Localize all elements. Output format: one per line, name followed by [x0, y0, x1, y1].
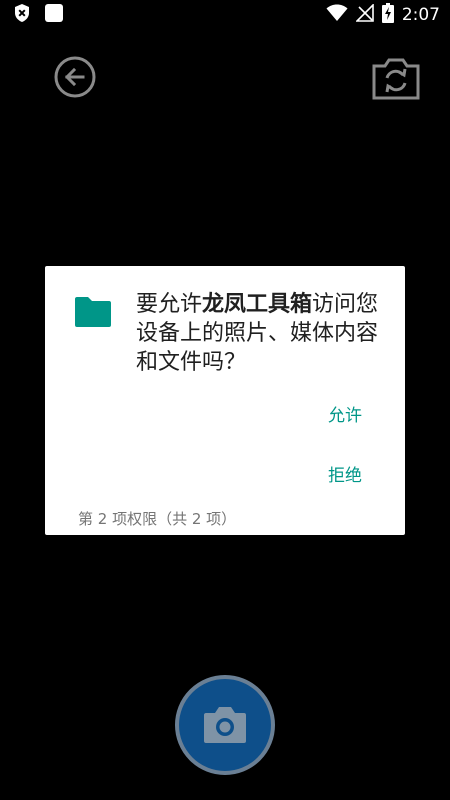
permission-dialog: 要允许龙凤工具箱访问您设备上的照片、媒体内容和文件吗？ 允许 拒绝 第 2 项权… — [45, 266, 405, 535]
back-button[interactable] — [52, 54, 98, 100]
dialog-message: 要允许龙凤工具箱访问您设备上的照片、媒体内容和文件吗？ — [136, 290, 394, 377]
switch-camera-button[interactable] — [370, 56, 422, 102]
camera-icon — [204, 707, 246, 743]
status-left — [14, 3, 78, 27]
status-time: 2:07 — [401, 5, 440, 25]
status-bar: 2:07 — [0, 0, 450, 30]
message-prefix: 要允许 — [136, 292, 203, 317]
status-right: 2:07 — [318, 3, 440, 27]
shutter-button[interactable] — [175, 675, 275, 775]
no-signal-icon — [354, 3, 374, 26]
permission-counter: 第 2 项权限（共 2 项） — [78, 510, 237, 528]
wifi-icon — [326, 4, 348, 26]
shield-x-icon — [14, 3, 30, 27]
app-square-icon — [44, 3, 64, 27]
battery-charging-icon — [381, 3, 394, 27]
app-name: 龙凤工具箱 — [202, 292, 313, 317]
camera-switch-icon — [372, 58, 420, 100]
folder-icon — [73, 296, 113, 328]
arrow-left-circle-icon — [54, 56, 96, 98]
deny-button[interactable]: 拒绝 — [305, 456, 385, 496]
allow-button[interactable]: 允许 — [305, 396, 385, 436]
camera-screen: 2:07 要允许龙凤工具箱访问您设备上的照片、媒体内容和文件吗？ 允许 拒绝 第… — [0, 0, 450, 800]
